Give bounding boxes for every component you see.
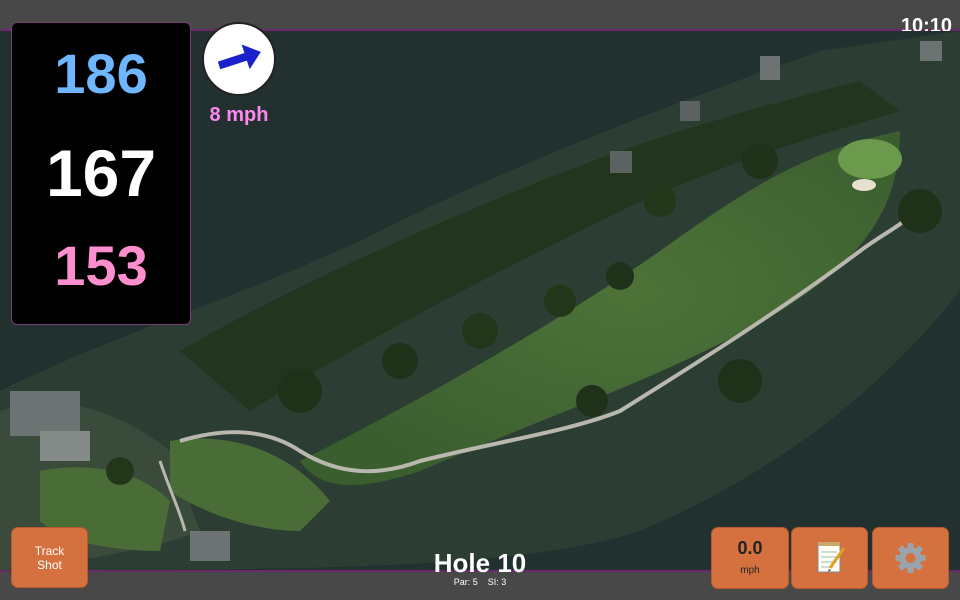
speed-value: 0.0 [737, 538, 763, 558]
notes-button[interactable] [792, 528, 867, 588]
hole-info: Par: 5 SI: 3 [380, 577, 580, 587]
gear-icon [895, 543, 926, 573]
back-distance: 186 [54, 42, 148, 105]
track-shot-label: Track Shot [12, 544, 87, 572]
par-label: Par: 5 [453, 577, 478, 587]
wind-indicator [202, 22, 276, 96]
speed-unit: mph [740, 565, 760, 576]
distance-panel: 186 167 153 [11, 22, 191, 325]
hole-title: Hole 10 [433, 548, 527, 578]
settings-button[interactable] [873, 528, 948, 588]
stroke-index-label: SI: 3 [487, 577, 507, 587]
wind-arrow-icon [217, 44, 261, 70]
middle-distance: 167 [45, 136, 157, 210]
notepad-icon [817, 542, 846, 573]
front-distance: 153 [54, 234, 148, 297]
speed-button[interactable]: 0.0 mph [712, 528, 788, 588]
wind-speed-label: 8 mph [209, 104, 269, 126]
track-shot-label-line2: Shot [37, 558, 62, 572]
track-shot-label-line1: Track [34, 544, 65, 558]
track-shot-button[interactable]: Track Shot [12, 528, 87, 587]
